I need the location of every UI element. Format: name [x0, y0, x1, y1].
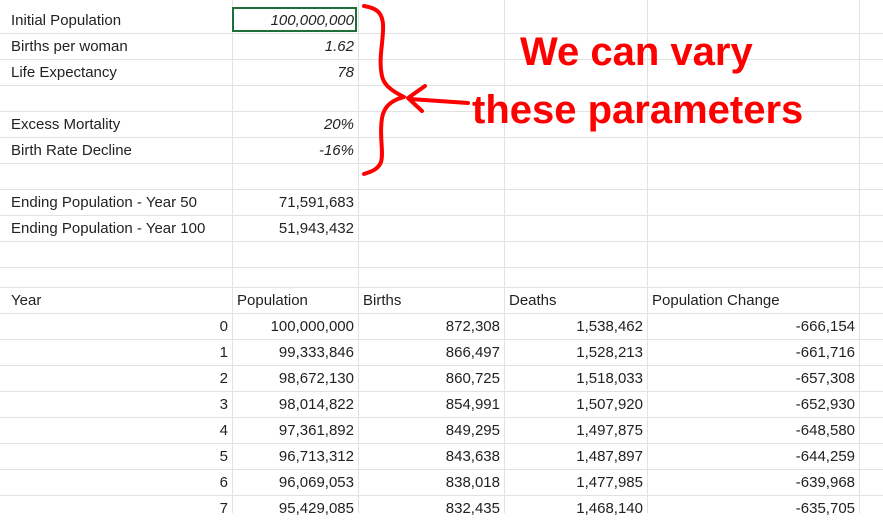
selected-cell-highlight: [232, 7, 357, 32]
cell-deaths[interactable]: 1,528,213: [504, 340, 647, 366]
cell-year[interactable]: 4: [0, 418, 232, 444]
cell-deaths[interactable]: 1,507,920: [504, 392, 647, 418]
cell-year[interactable]: 2: [0, 366, 232, 392]
param-value-births-per-woman[interactable]: 1.62: [232, 34, 358, 60]
table-header-deaths[interactable]: Deaths: [509, 288, 647, 314]
cell-population[interactable]: 96,713,312: [232, 444, 358, 470]
param-value-life-expectancy[interactable]: 78: [232, 60, 358, 86]
cell-population[interactable]: 98,672,130: [232, 366, 358, 392]
cell-population-change[interactable]: -639,968: [647, 470, 859, 496]
table-header-population-change[interactable]: Population Change: [652, 288, 859, 314]
table-header-population[interactable]: Population: [237, 288, 358, 314]
param-value-excess-mortality[interactable]: 20%: [232, 112, 358, 138]
cell-deaths[interactable]: 1,468,140: [504, 496, 647, 522]
cell-births[interactable]: 832,435: [358, 496, 504, 522]
cell-population[interactable]: 95,429,085: [232, 496, 358, 522]
cell-population-change[interactable]: -635,705: [647, 496, 859, 522]
cell-population-change[interactable]: -666,154: [647, 314, 859, 340]
cell-year[interactable]: 1: [0, 340, 232, 366]
cell-population[interactable]: 100,000,000: [232, 314, 358, 340]
annotation-text-line1: We can vary: [520, 30, 753, 74]
cell-year[interactable]: 5: [0, 444, 232, 470]
cell-births[interactable]: 854,991: [358, 392, 504, 418]
result-label-year-50[interactable]: Ending Population - Year 50: [0, 190, 232, 216]
cell-deaths[interactable]: 1,497,875: [504, 418, 647, 444]
param-label-excess-mortality[interactable]: Excess Mortality: [0, 112, 232, 138]
cell-year[interactable]: 7: [0, 496, 232, 522]
cell-births[interactable]: 866,497: [358, 340, 504, 366]
column-divider: [859, 0, 860, 513]
table-header-year[interactable]: Year: [0, 288, 232, 314]
cell-population-change[interactable]: -661,716: [647, 340, 859, 366]
cell-deaths[interactable]: 1,518,033: [504, 366, 647, 392]
cell-births[interactable]: 838,018: [358, 470, 504, 496]
result-value-year-100[interactable]: 51,943,432: [232, 216, 358, 242]
cell-deaths[interactable]: 1,538,462: [504, 314, 647, 340]
annotation-text-line2: these parameters: [472, 88, 804, 132]
param-value-birth-rate-decline[interactable]: -16%: [232, 138, 358, 164]
param-label-births-per-woman[interactable]: Births per woman: [0, 34, 232, 60]
cell-population[interactable]: 99,333,846: [232, 340, 358, 366]
table-header-births[interactable]: Births: [363, 288, 504, 314]
cell-population-change[interactable]: -657,308: [647, 366, 859, 392]
cell-year[interactable]: 0: [0, 314, 232, 340]
cell-births[interactable]: 860,725: [358, 366, 504, 392]
param-label-initial-population[interactable]: Initial Population: [0, 8, 232, 34]
param-label-birth-rate-decline[interactable]: Birth Rate Decline: [0, 138, 232, 164]
cell-births[interactable]: 849,295: [358, 418, 504, 444]
result-value-year-50[interactable]: 71,591,683: [232, 190, 358, 216]
cell-year[interactable]: 6: [0, 470, 232, 496]
cell-population[interactable]: 97,361,892: [232, 418, 358, 444]
cell-population[interactable]: 96,069,053: [232, 470, 358, 496]
cell-population[interactable]: 98,014,822: [232, 392, 358, 418]
cell-population-change[interactable]: -652,930: [647, 392, 859, 418]
cell-year[interactable]: 3: [0, 392, 232, 418]
cell-population-change[interactable]: -648,580: [647, 418, 859, 444]
row-divider: [0, 267, 883, 268]
cell-births[interactable]: 872,308: [358, 314, 504, 340]
cell-population-change[interactable]: -644,259: [647, 444, 859, 470]
cell-deaths[interactable]: 1,487,897: [504, 444, 647, 470]
cell-deaths[interactable]: 1,477,985: [504, 470, 647, 496]
cell-births[interactable]: 843,638: [358, 444, 504, 470]
result-label-year-100[interactable]: Ending Population - Year 100: [0, 216, 232, 242]
param-label-life-expectancy[interactable]: Life Expectancy: [0, 60, 232, 86]
